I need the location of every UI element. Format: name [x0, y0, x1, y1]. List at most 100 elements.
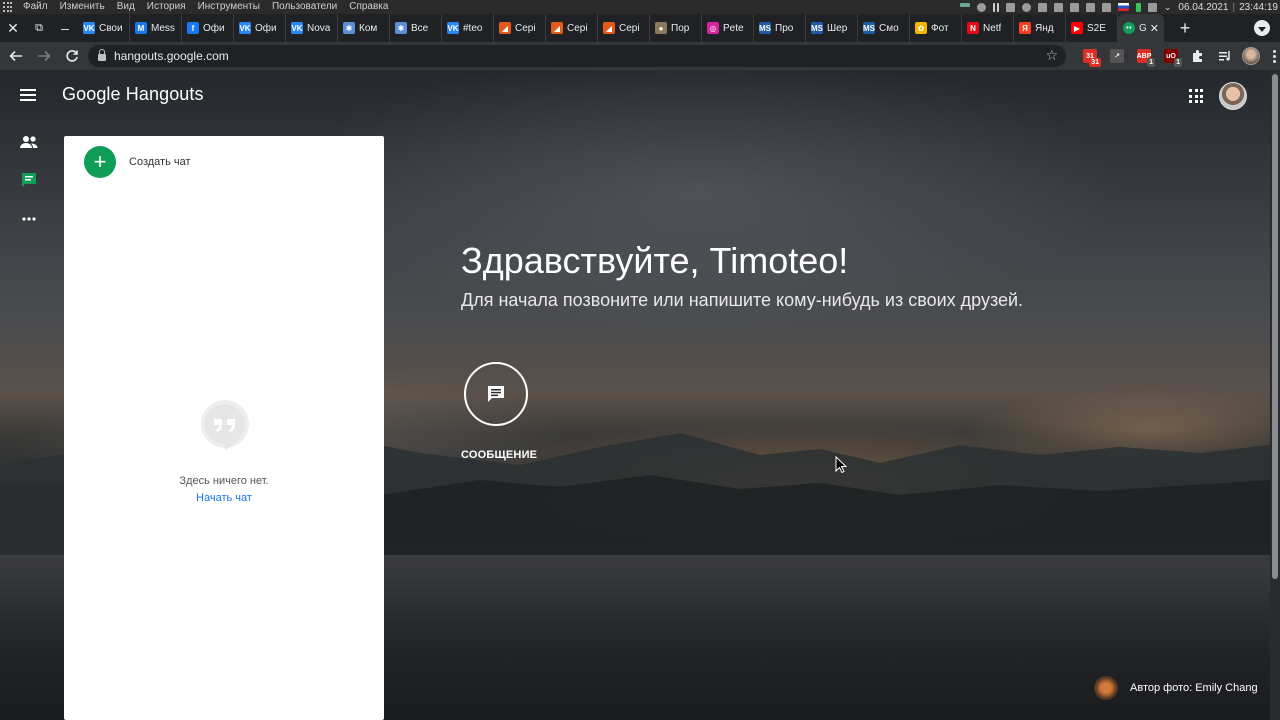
os-menu-item[interactable]: Инструменты	[198, 0, 260, 14]
logo-hangouts: Hangouts	[125, 84, 204, 104]
ublock-ext-icon[interactable]: uO 1	[1161, 46, 1182, 67]
tray-check-icon[interactable]	[1021, 2, 1031, 12]
os-clock[interactable]: 06.04.2021 | 23:44:19	[1178, 2, 1278, 13]
tray-send-icon[interactable]	[1005, 2, 1015, 12]
extension-badge: 31	[1089, 58, 1101, 67]
browser-tab[interactable]: MS Шер	[806, 14, 858, 42]
tab-active-hangouts[interactable]: G ✕	[1118, 14, 1164, 42]
forward-button[interactable]	[32, 44, 56, 68]
bookmark-star-icon[interactable]: ☆	[1045, 47, 1058, 64]
browser-tab[interactable]: ◎ Pete	[702, 14, 754, 42]
tray-volume-icon[interactable]	[1085, 2, 1095, 12]
browser-menu-icon[interactable]	[1267, 46, 1280, 66]
media-playlist-icon[interactable]	[1215, 46, 1235, 66]
os-apps-icon[interactable]	[3, 2, 17, 12]
calendar-ext-icon[interactable]: 31 31	[1080, 46, 1101, 67]
tab-favicon-icon: ◢	[499, 22, 511, 34]
scrollbar-thumb[interactable]	[1272, 74, 1278, 579]
contacts-nav-button[interactable]	[18, 131, 40, 153]
arrow-ext-icon[interactable]: ↗	[1107, 46, 1127, 66]
new-tab-button[interactable]: +	[1172, 14, 1198, 42]
tab-favicon-icon: MS	[863, 22, 875, 34]
tray-clipboard-icon[interactable]	[1101, 2, 1111, 12]
more-horizontal-icon	[22, 217, 36, 221]
more-nav-button[interactable]	[18, 208, 40, 230]
google-hangouts-logo[interactable]: Google Hangouts	[62, 84, 204, 105]
browser-tab[interactable]: MS Про	[754, 14, 806, 42]
extensions-area: 31 31 ↗ ABP 1 uO 1	[1080, 46, 1280, 67]
tab-label: Серi	[619, 22, 640, 34]
browser-tab[interactable]: VK Офи	[234, 14, 286, 42]
browser-tab[interactable]: M Mess	[130, 14, 182, 42]
browser-tab[interactable]: ✱ Все	[390, 14, 442, 42]
browser-tab[interactable]: ✱ Ком	[338, 14, 390, 42]
tab-favicon-icon: ✿	[915, 22, 927, 34]
tray-monitor-icon[interactable]	[1053, 2, 1063, 12]
browser-tab[interactable]: ✿ Фот	[910, 14, 962, 42]
browser-tab[interactable]: MS Смо	[858, 14, 910, 42]
page-scrollbar[interactable]	[1270, 70, 1280, 720]
browser-tab[interactable]: N Netf	[962, 14, 1014, 42]
browser-tab[interactable]: VK Nova	[286, 14, 338, 42]
tab-label: Свои	[99, 22, 123, 34]
back-button[interactable]	[4, 44, 28, 68]
browser-tab[interactable]: Я Янд	[1014, 14, 1066, 42]
tab-label: Все	[411, 22, 429, 34]
photo-credit-text: Автор фото: Emily Chang	[1130, 682, 1258, 694]
tray-chevron-down-icon[interactable]: ⌄	[1164, 2, 1172, 13]
message-label[interactable]: СООБЩЕНИЕ	[461, 449, 537, 461]
os-menu-item[interactable]: Вид	[117, 0, 135, 14]
tab-favicon-icon: ◎	[707, 22, 719, 34]
os-menu: Файл Изменить Вид История Инструменты Пользов…	[23, 0, 388, 14]
tray-pause-icon[interactable]	[992, 2, 999, 12]
logo-google: Google	[62, 84, 121, 104]
browser-tab[interactable]: ◢ Серi	[598, 14, 650, 42]
browser-tab[interactable]: ◢ Серi	[494, 14, 546, 42]
tray-bug-icon[interactable]	[976, 2, 986, 12]
extension-badge: 1	[1174, 58, 1182, 67]
window-minimize-icon[interactable]: –	[52, 14, 78, 42]
tab-favicon-icon: VK	[291, 22, 303, 34]
browser-tab[interactable]: VK #teo	[442, 14, 494, 42]
address-bar[interactable]: hangouts.google.com ☆	[88, 45, 1066, 67]
keyboard-layout-flag-icon[interactable]	[1117, 3, 1129, 11]
main-menu-button[interactable]	[20, 89, 36, 101]
account-avatar[interactable]	[1219, 82, 1247, 110]
tray-app-icon[interactable]	[959, 3, 970, 7]
lock-icon[interactable]	[98, 49, 106, 61]
browser-tab[interactable]: ◢ Серi	[546, 14, 598, 42]
photographer-avatar	[1094, 676, 1118, 700]
tab-search-icon[interactable]	[1254, 20, 1270, 36]
message-button[interactable]	[464, 362, 528, 426]
os-time: 23:44:19	[1239, 1, 1278, 13]
os-menu-item[interactable]: Изменить	[60, 0, 105, 14]
start-chat-link[interactable]: Начать чат	[64, 492, 384, 504]
browser-tab[interactable]: VK Свои	[78, 14, 130, 42]
extensions-puzzle-icon[interactable]	[1188, 46, 1208, 66]
tray-network-icon[interactable]	[1037, 2, 1047, 12]
os-menu-item[interactable]: Файл	[23, 0, 48, 14]
tray-bluetooth-icon[interactable]	[1135, 2, 1141, 12]
reload-button[interactable]	[60, 44, 84, 68]
chat-icon	[22, 173, 36, 187]
google-apps-button[interactable]	[1189, 89, 1203, 103]
conversations-nav-button[interactable]	[18, 169, 40, 191]
create-chat-button[interactable]: + Создать чат	[84, 146, 191, 178]
tray-disk-icon[interactable]	[1069, 2, 1079, 12]
tab-close-icon[interactable]: ✕	[1150, 22, 1159, 35]
browser-profile-avatar[interactable]	[1242, 47, 1260, 65]
tab-label: Серi	[515, 22, 536, 34]
browser-tab[interactable]: ● Пор	[650, 14, 702, 42]
window-restore-icon[interactable]: ⧉	[26, 14, 52, 42]
browser-tab[interactable]: f Офи	[182, 14, 234, 42]
window-close-icon[interactable]: ✕	[0, 14, 26, 42]
os-menu-item[interactable]: Пользователи	[272, 0, 337, 14]
tray-power-icon[interactable]	[1147, 2, 1157, 12]
greeting-heading: Здравствуйте, Timoteo!	[461, 240, 849, 281]
os-menu-item[interactable]: Справка	[349, 0, 388, 14]
photo-credit[interactable]: Автор фото: Emily Chang	[1094, 676, 1258, 700]
mouse-cursor-icon	[835, 456, 847, 474]
browser-tab[interactable]: ▶ S2E	[1066, 14, 1118, 42]
adblock-ext-icon[interactable]: ABP 1	[1134, 46, 1155, 67]
os-menu-item[interactable]: История	[147, 0, 186, 14]
